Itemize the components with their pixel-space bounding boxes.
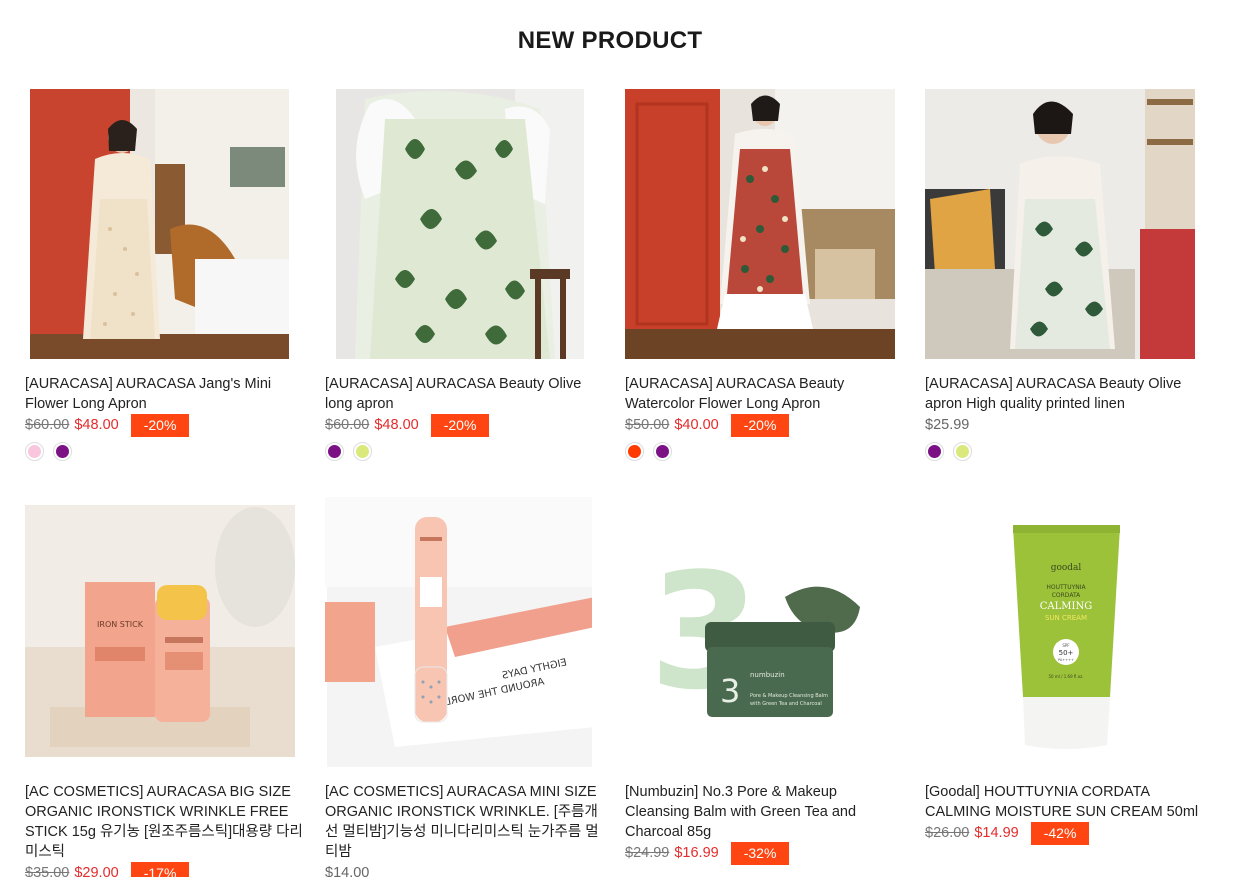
old-price: $50.00 (625, 417, 670, 433)
product-title[interactable]: [Numbuzin] No.3 Pore & Makeup Cleansing … (625, 782, 905, 842)
tube-spf: SPF (1062, 643, 1070, 648)
price-row: $26.00 $14.99 -42% (925, 821, 1090, 845)
product-title[interactable]: [AURACASA] AURACASA Beauty Watercolor Fl… (625, 374, 905, 414)
price-row: $60.00 $48.00 -20% (325, 413, 490, 437)
tube-volume: 50 ml / 1.69 fl.oz. (1048, 674, 1083, 679)
product-image[interactable] (25, 89, 305, 359)
discount-badge: -20% (130, 413, 190, 437)
product-title[interactable]: [AC COSMETICS] AURACASA MINI SIZE ORGANI… (325, 782, 605, 862)
color-swatch-purple[interactable] (653, 442, 672, 461)
price-row: $25.99 (925, 413, 969, 437)
tube-brand: goodal (1051, 563, 1082, 573)
color-swatch-pink[interactable] (25, 442, 44, 461)
product-title[interactable]: [AURACASA] AURACASA Jang's Mini Flower L… (25, 374, 305, 414)
color-swatch-purple[interactable] (925, 442, 944, 461)
color-swatch-lime[interactable] (353, 442, 372, 461)
color-swatches (625, 442, 672, 461)
product-title[interactable]: [AURACASA] AURACASA Beauty Olive apron H… (925, 374, 1205, 414)
tube-pa: PA++++ (1058, 658, 1074, 662)
tube-line2: CORDATA (1052, 592, 1081, 599)
product-title[interactable]: [AURACASA] AURACASA Beauty Olive long ap… (325, 374, 605, 414)
color-swatches (925, 442, 972, 461)
color-swatch-orange[interactable] (625, 442, 644, 461)
sale-price: $40.00 (674, 417, 719, 433)
tube-spf-value: 50+ (1059, 649, 1074, 657)
discount-badge: -32% (730, 841, 790, 865)
tube-line1: HOUTTUYNIA (1046, 584, 1086, 591)
old-price: $24.99 (625, 845, 670, 861)
discount-badge: -20% (430, 413, 490, 437)
old-price: $26.00 (925, 825, 970, 841)
section-title: NEW PRODUCT (517, 27, 703, 54)
sale-price: $48.00 (374, 417, 419, 433)
product-title[interactable]: [Goodal] HOUTTUYNIA CORDATA CALMING MOIS… (925, 782, 1205, 822)
balm-line2: with Green Tea and Charcoal (750, 701, 822, 707)
product-image[interactable] (925, 89, 1205, 359)
discount-badge: -20% (730, 413, 790, 437)
tube-line4: SUN CREAM (1045, 614, 1087, 622)
balm-line1: Pore & Makeup Cleansing Balm (750, 693, 828, 699)
old-price: $35.00 (25, 865, 70, 877)
product-image[interactable]: 3 3 numbuzin Pore & Makeup Cleansing Bal… (625, 497, 905, 767)
discount-badge: -42% (1030, 821, 1090, 845)
color-swatch-purple[interactable] (53, 442, 72, 461)
discount-badge: -17% (130, 861, 190, 877)
product-image[interactable]: IRON STICK (25, 497, 305, 767)
sale-price: $14.99 (974, 825, 1019, 841)
product-image[interactable]: goodal HOUTTUYNIA CORDATA CALMING SUN CR… (925, 497, 1205, 767)
price-row: $24.99 $16.99 -32% (625, 841, 790, 865)
color-swatches (325, 442, 372, 461)
price-row: $50.00 $40.00 -20% (625, 413, 790, 437)
price-row: $60.00 $48.00 -20% (25, 413, 190, 437)
old-price: $60.00 (25, 417, 70, 433)
color-swatch-purple[interactable] (325, 442, 344, 461)
tube-line3: CALMING (1040, 601, 1092, 612)
balm-brand: numbuzin (750, 671, 785, 679)
color-swatch-lime[interactable] (953, 442, 972, 461)
price-row: $14.00 (325, 861, 369, 877)
price: $25.99 (925, 417, 970, 433)
product-image[interactable] (625, 89, 905, 359)
sale-price: $48.00 (74, 417, 119, 433)
balm-label-number: 3 (720, 672, 740, 710)
color-swatches (25, 442, 72, 461)
product-title[interactable]: [AC COSMETICS] AURACASA BIG SIZE ORGANIC… (25, 782, 305, 862)
product-image[interactable] (325, 89, 605, 359)
price: $14.00 (325, 865, 370, 877)
product-image[interactable]: AROUND THE WORLD IN EIGHTY DAYS (325, 497, 605, 767)
price-row: $35.00 $29.00 -17% (25, 861, 190, 877)
old-price: $60.00 (325, 417, 370, 433)
sale-price: $16.99 (674, 845, 719, 861)
stick-box-label: IRON STICK (97, 620, 144, 629)
sale-price: $29.00 (74, 865, 119, 877)
